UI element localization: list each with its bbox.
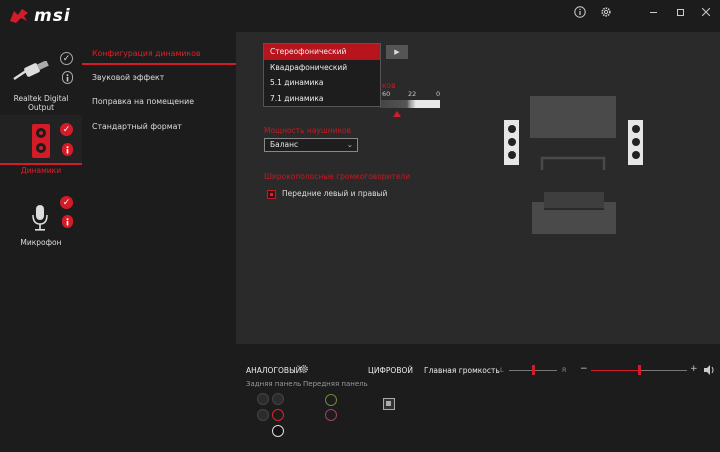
scale-label: 0 [436, 90, 441, 98]
msi-dragon-icon [10, 9, 28, 23]
rear-jack[interactable] [257, 393, 269, 405]
settings-submenu [82, 32, 236, 452]
left-speaker-graphic[interactable] [504, 120, 519, 165]
balance-slider-thumb[interactable] [531, 365, 535, 375]
rear-port-active[interactable] [272, 409, 284, 421]
brand-logo: msi [8, 6, 71, 26]
volume-panel [414, 344, 720, 452]
play-icon: ▶ [394, 48, 400, 56]
master-volume-label: Главная громкость [424, 366, 500, 375]
wideband-speakers-label: Широкополосные громкоговорители [264, 172, 411, 181]
brand-name: msi [34, 6, 71, 26]
speaker-volume-icon[interactable] [704, 365, 715, 375]
volume-minus-button[interactable]: − [580, 364, 588, 374]
device-info-icon[interactable] [62, 71, 73, 84]
info-icon[interactable] [572, 4, 588, 20]
front-panel-label: Передняя панель [303, 380, 368, 388]
play-test-button[interactable]: ▶ [386, 45, 408, 59]
volume-slider-fill [591, 370, 639, 371]
balance-left-label: L [500, 366, 504, 374]
submenu-item-sound-effect[interactable]: Звуковой эффект [92, 73, 164, 82]
scale-label: 22 [408, 90, 417, 98]
gear-icon[interactable] [598, 4, 614, 20]
rear-panel-label: Задняя панель [246, 380, 302, 388]
crossover-scale-bar[interactable] [380, 100, 440, 108]
table-graphic [540, 156, 606, 170]
optical-port-icon[interactable] [383, 398, 395, 410]
device-digital-output[interactable]: ✓ Realtek Digital Output [0, 45, 82, 112]
dropdown-option-quad[interactable]: Квадрафонический [264, 60, 380, 76]
balance-select[interactable]: Баланс ⌄ [264, 138, 358, 152]
digital-cable-icon [13, 61, 49, 81]
speaker-config-dropdown[interactable]: Стереофонический Квадрафонический 5.1 ди… [263, 43, 381, 107]
close-icon[interactable] [698, 4, 714, 20]
device-status-check-icon: ✓ [60, 52, 73, 65]
dropdown-option-7-1[interactable]: 7.1 динамика [264, 91, 380, 107]
scale-marker-icon[interactable] [393, 111, 401, 117]
analog-title: АНАЛОГОВЫЙ [246, 366, 302, 375]
analog-gear-icon[interactable] [299, 364, 309, 376]
device-info-icon[interactable] [62, 143, 73, 156]
digital-title: ЦИФРОВОЙ [368, 366, 413, 375]
screen-graphic [530, 96, 616, 138]
device-label: Микрофон [20, 238, 62, 247]
device-status-check-icon: ✓ [60, 196, 73, 209]
minimize-icon[interactable] [645, 4, 661, 20]
partial-red-label: ков [382, 81, 396, 90]
rear-port-black[interactable] [272, 425, 284, 437]
dropdown-option-stereo[interactable]: Стереофонический [264, 44, 380, 60]
submenu-item-default-format[interactable]: Стандартный формат [92, 122, 182, 131]
device-label: Динамики [20, 166, 62, 175]
device-speakers[interactable]: ✓ Динамики [0, 115, 82, 175]
maximize-icon[interactable] [672, 4, 688, 20]
balance-select-value: Баланс [270, 140, 299, 149]
headphone-power-label: Мощность наушников [264, 126, 352, 135]
speaker-icon [32, 124, 50, 158]
couch-graphic [532, 192, 616, 234]
front-lr-checkbox[interactable] [267, 190, 276, 199]
rear-jack[interactable] [257, 409, 269, 421]
scale-label: 60 [382, 90, 391, 98]
device-info-icon[interactable] [62, 215, 73, 228]
dropdown-option-5-1[interactable]: 5.1 динамика [264, 75, 380, 91]
device-microphone[interactable]: ✓ Микрофон [0, 190, 82, 250]
submenu-item-room-correction[interactable]: Поправка на помещение [92, 97, 194, 106]
volume-slider-thumb[interactable] [637, 365, 641, 375]
front-lr-label: Передние левый и правый [282, 189, 388, 198]
active-device-indicator [0, 163, 82, 165]
rear-jack[interactable] [272, 393, 284, 405]
volume-plus-button[interactable]: + [690, 364, 698, 374]
submenu-active-underline [82, 63, 236, 65]
front-port-pink[interactable] [325, 409, 337, 421]
device-label: Realtek Digital Output [13, 94, 69, 112]
microphone-icon [32, 205, 48, 231]
front-port-green[interactable] [325, 394, 337, 406]
right-speaker-graphic[interactable] [628, 120, 643, 165]
balance-right-label: R [562, 366, 567, 374]
chevron-down-icon: ⌄ [346, 140, 353, 149]
submenu-item-speaker-config[interactable]: Конфигурация динамиков [92, 49, 200, 58]
device-status-check-icon: ✓ [60, 123, 73, 136]
